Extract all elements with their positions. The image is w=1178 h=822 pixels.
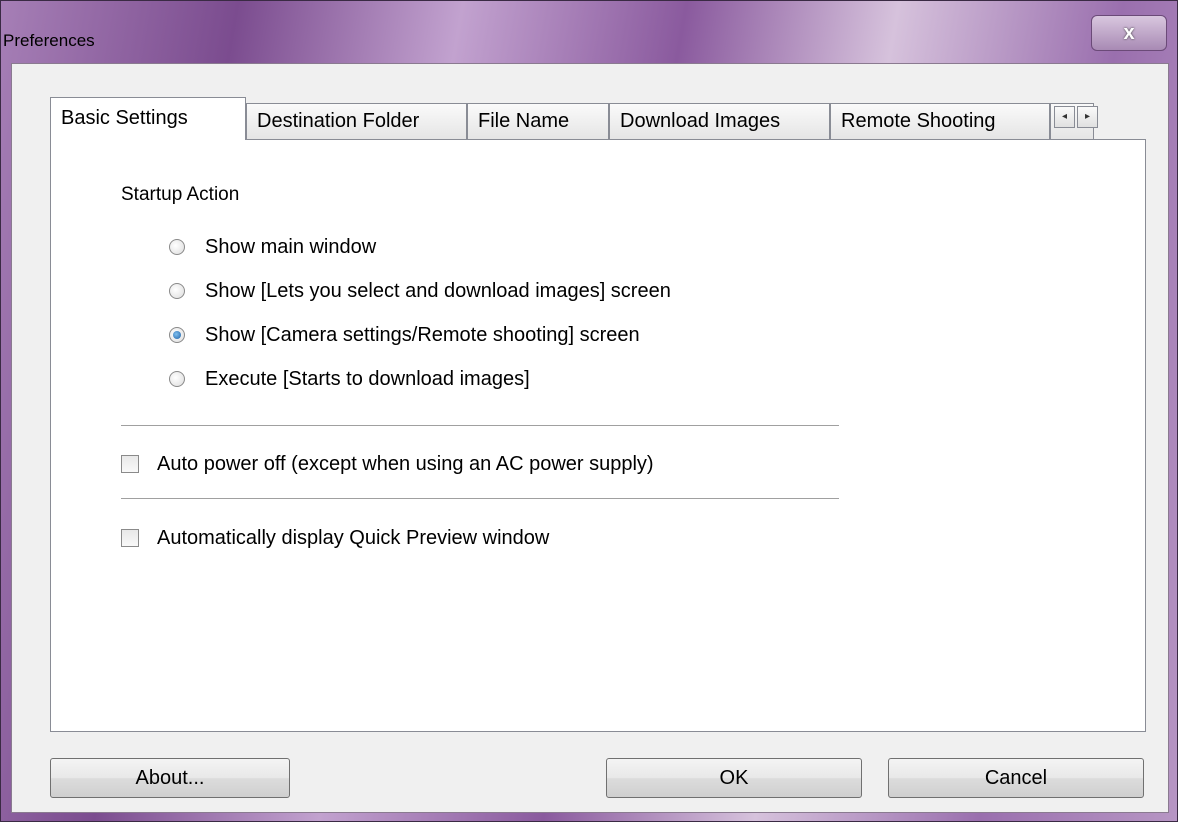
radio-label: Show main window: [205, 235, 377, 258]
tab-scroll-buttons: ◂ ▸: [1054, 106, 1098, 128]
tab-label: Basic Settings: [61, 107, 188, 129]
preferences-dialog: Preferences x Basic Settings Destination…: [0, 0, 1178, 822]
tab-destination-folder[interactable]: Destination Folder: [246, 103, 467, 139]
tab-label: File Name: [478, 110, 570, 132]
tab-file-name[interactable]: File Name: [467, 103, 609, 139]
separator: [121, 425, 839, 427]
title-bar: Preferences x: [1, 1, 1177, 63]
cancel-button[interactable]: Cancel: [888, 758, 1144, 798]
tab-remote-shooting[interactable]: Remote Shooting: [830, 103, 1050, 139]
startup-action-label: Startup Action: [121, 184, 240, 205]
tab-label: Remote Shooting: [841, 110, 996, 132]
ok-button[interactable]: OK: [606, 758, 862, 798]
radio-label: Execute [Starts to download images]: [205, 367, 530, 390]
checkbox-label: Auto power off (except when using an AC …: [157, 452, 654, 475]
checkbox-label: Automatically display Quick Preview wind…: [157, 526, 550, 549]
radio-button-checked[interactable]: [169, 327, 185, 343]
scroll-right-icon[interactable]: ▸: [1077, 106, 1098, 128]
checkbox[interactable]: [121, 529, 139, 547]
close-icon: x: [1123, 22, 1135, 44]
radio-button[interactable]: [169, 371, 185, 387]
separator: [121, 498, 839, 500]
auto-power-off-checkbox[interactable]: Auto power off (except when using an AC …: [121, 449, 654, 479]
window-title: Preferences: [3, 31, 95, 50]
radio-label: Show [Lets you select and download image…: [205, 279, 671, 302]
scroll-left-icon[interactable]: ◂: [1054, 106, 1075, 128]
radio-button[interactable]: [169, 283, 185, 299]
radio-show-main-window[interactable]: Show main window: [169, 232, 376, 262]
tab-basic-settings[interactable]: Basic Settings: [50, 97, 246, 140]
checkbox[interactable]: [121, 455, 139, 473]
radio-show-select-download[interactable]: Show [Lets you select and download image…: [169, 276, 671, 306]
tab-label: Download Images: [620, 110, 781, 132]
about-button[interactable]: About...: [50, 758, 290, 798]
radio-button[interactable]: [169, 239, 185, 255]
basic-settings-panel: Startup Action Show main window Show [Le…: [50, 139, 1146, 732]
close-button[interactable]: x: [1091, 15, 1167, 51]
radio-execute-download[interactable]: Execute [Starts to download images]: [169, 364, 530, 394]
radio-label: Show [Camera settings/Remote shooting] s…: [205, 323, 640, 346]
radio-show-camera-settings[interactable]: Show [Camera settings/Remote shooting] s…: [169, 320, 640, 350]
dialog-client-area: Basic Settings Destination Folder File N…: [11, 63, 1169, 813]
tab-label: Destination Folder: [257, 110, 420, 132]
quick-preview-checkbox[interactable]: Automatically display Quick Preview wind…: [121, 523, 549, 553]
tab-download-images[interactable]: Download Images: [609, 103, 830, 139]
